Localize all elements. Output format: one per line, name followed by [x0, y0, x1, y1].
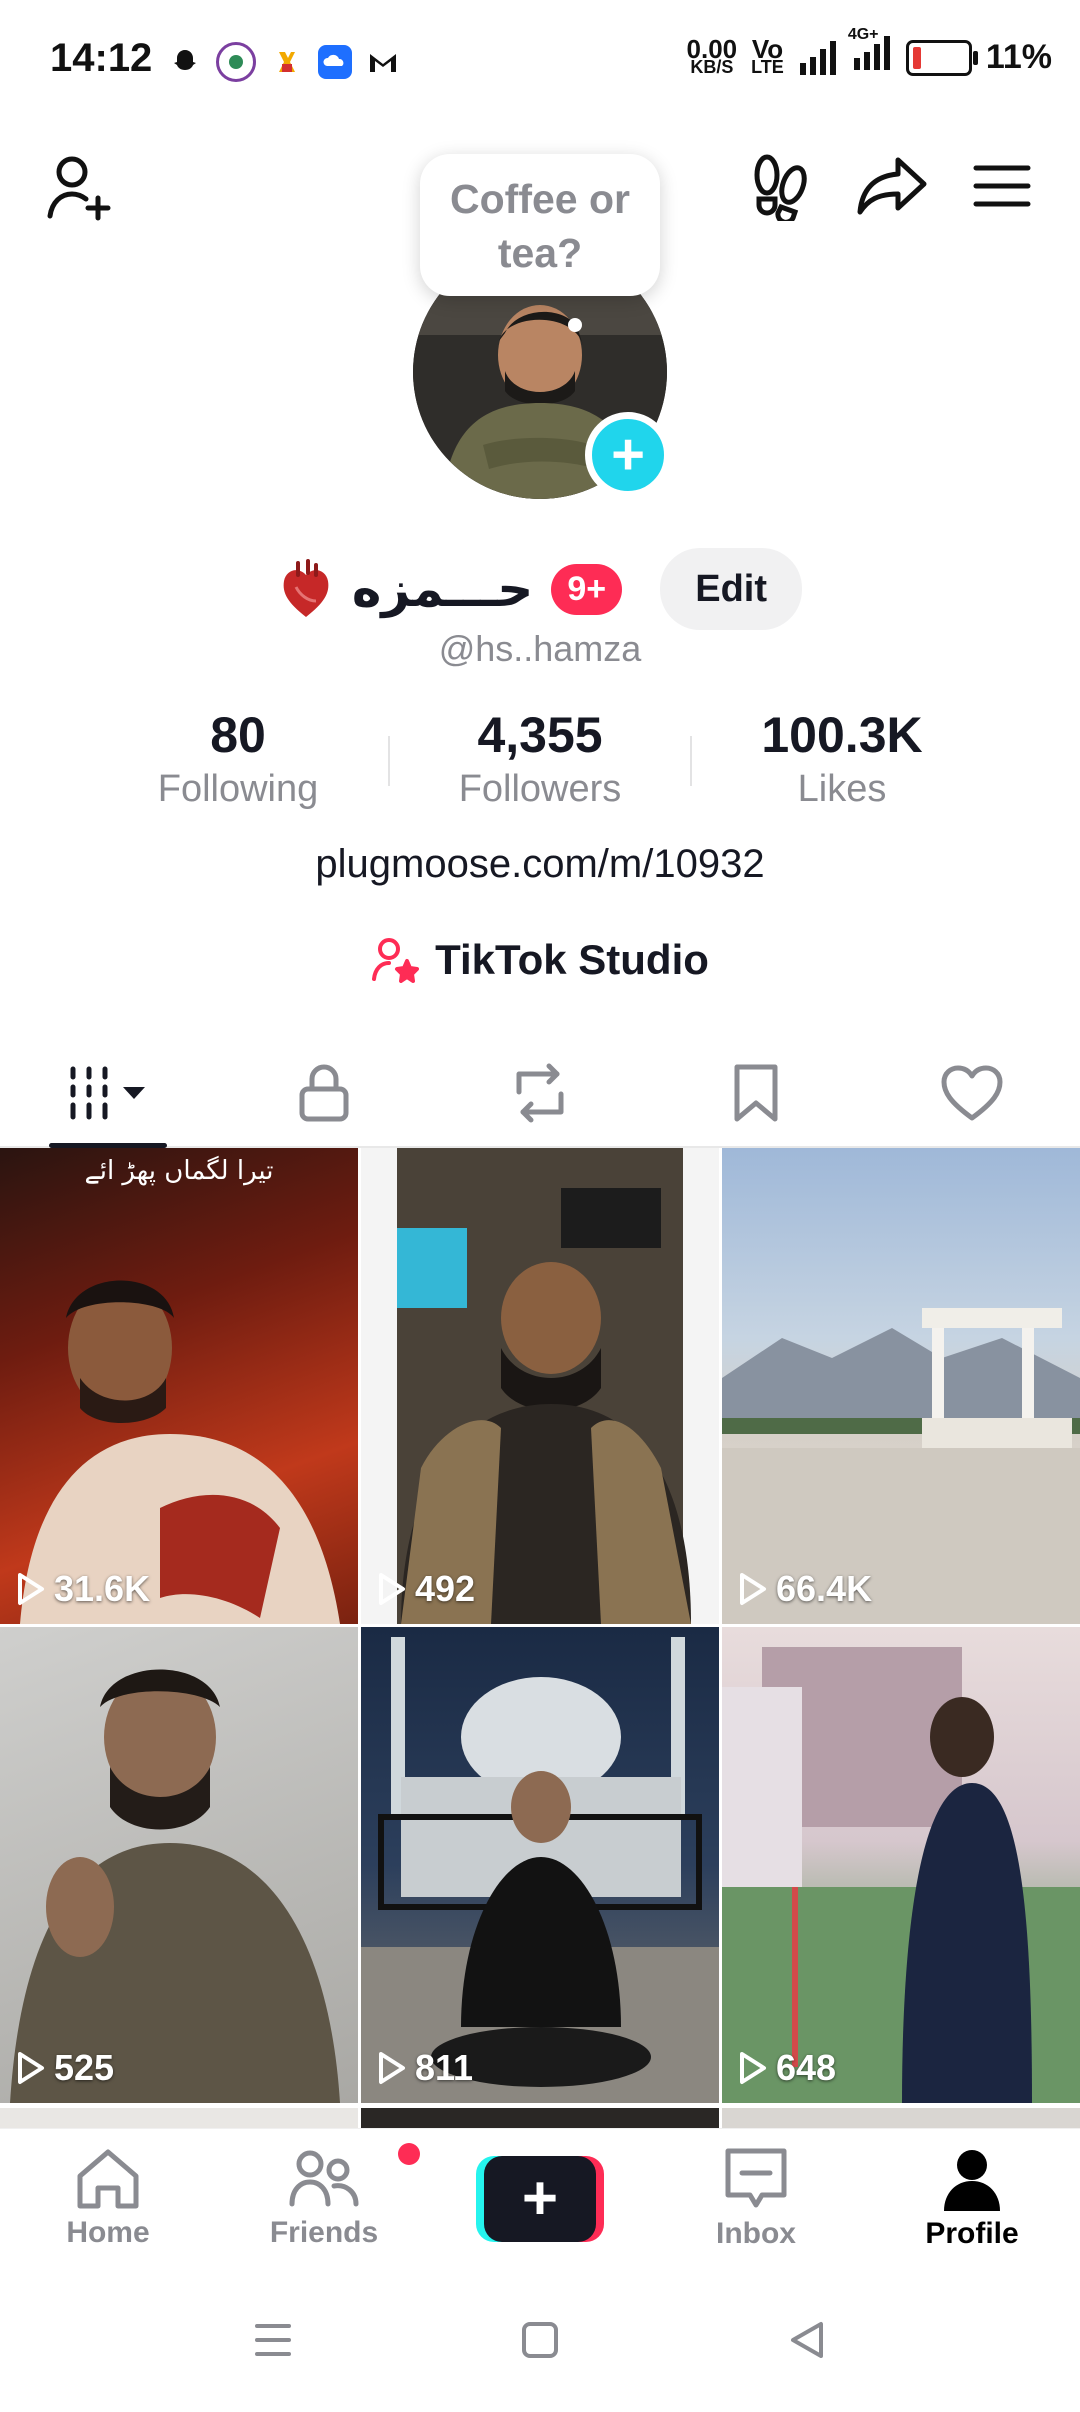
- display-name: حـــمزه: [351, 560, 534, 618]
- tab-favorites[interactable]: [648, 1040, 864, 1146]
- stat-following-label: Following: [157, 768, 319, 810]
- play-icon: [379, 2052, 405, 2084]
- note-bubble[interactable]: Coffee or tea?: [420, 154, 660, 296]
- recent-apps-icon[interactable]: [253, 2322, 293, 2358]
- profile-name-row: حـــمزه 9+ Edit: [0, 548, 1080, 630]
- create-button: +: [476, 2156, 604, 2242]
- nav-profile[interactable]: Profile: [864, 2129, 1080, 2269]
- tab-reposts[interactable]: [432, 1040, 648, 1146]
- signal-4g-icon: 4G+: [848, 26, 892, 79]
- video-thumbnail[interactable]: 66.4K: [722, 1148, 1080, 1624]
- volte-indicator: Vo LTE: [751, 33, 784, 77]
- video-views: 66.4K: [738, 1568, 872, 1610]
- net-speed: 0.00 KB/S: [686, 33, 738, 77]
- friends-icon: [289, 2150, 359, 2207]
- profile-stats: 80 Following 4,355 Followers 100.3K Like…: [0, 706, 1080, 811]
- play-icon: [18, 2052, 44, 2084]
- stat-likes-label: Likes: [797, 768, 887, 810]
- share-profile-button[interactable]: [852, 146, 932, 226]
- play-icon: [18, 1573, 44, 1605]
- lock-icon: [299, 1064, 349, 1122]
- signal-icon: [799, 40, 836, 75]
- stat-following-value: 80: [210, 707, 266, 763]
- video-thumbnail[interactable]: 492: [361, 1148, 719, 1624]
- hamburger-menu-icon: [973, 165, 1031, 207]
- video-thumbnail[interactable]: تیرا لگماں پھڑ ائے 31.6K: [0, 1148, 358, 1624]
- tiktok-studio-label: TikTok Studio: [435, 936, 709, 983]
- stat-followers[interactable]: 4,355 Followers: [390, 706, 690, 811]
- note-bubble-tail: [568, 318, 582, 332]
- footprints-button[interactable]: [740, 146, 820, 226]
- nav-inbox[interactable]: Inbox: [648, 2129, 864, 2269]
- profile-tabs: [0, 1040, 1080, 1148]
- system-navigation-bar: [0, 2268, 1080, 2412]
- play-icon: [379, 1573, 405, 1605]
- tab-private[interactable]: [216, 1040, 432, 1146]
- video-views: 525: [16, 2047, 114, 2089]
- status-right-icons: 0.00 KB/S Vo LTE 4G+ 11%: [686, 26, 1052, 79]
- gmail-icon: [366, 45, 400, 79]
- back-icon[interactable]: [787, 2320, 827, 2360]
- repost-icon: [516, 1063, 564, 1123]
- notification-badge[interactable]: 9+: [551, 563, 623, 615]
- add-story-button[interactable]: +: [585, 412, 671, 498]
- anatomical-heart-icon: [283, 559, 329, 617]
- battery-icon: [905, 39, 978, 76]
- home-icon: [77, 2149, 139, 2209]
- video-thumbnail[interactable]: 525: [0, 1627, 358, 2103]
- add-friend-button[interactable]: [40, 148, 120, 228]
- cloud-app-icon: [318, 45, 352, 79]
- video-grid-next-row: [0, 2108, 1080, 2128]
- stat-following[interactable]: 80 Following: [88, 706, 388, 811]
- bookmark-icon: [734, 1064, 778, 1122]
- nav-home[interactable]: Home: [0, 2129, 216, 2269]
- home-system-icon[interactable]: [520, 2320, 560, 2360]
- menu-button[interactable]: [962, 146, 1042, 226]
- profile-icon: [944, 2150, 1000, 2211]
- app-badge-icon: [216, 42, 256, 82]
- video-views: 492: [377, 1568, 475, 1610]
- flag-app-icon: [270, 45, 304, 79]
- video-grid: تیرا لگماں پھڑ ائے 31.6K 492 66.4K 525 8…: [0, 1148, 1080, 2103]
- bottom-navigation: Home Friends + Inbox Profile: [0, 2128, 1080, 2269]
- bio-link[interactable]: plugmoose.com/m/10932: [0, 842, 1080, 887]
- status-bar: 14:12 0.00 KB/S Vo LTE 4G+ 11%: [0, 0, 1080, 120]
- video-views: 811: [377, 2047, 473, 2089]
- plus-icon: +: [611, 422, 645, 487]
- video-views: 648: [738, 2047, 836, 2089]
- tiktok-studio-button[interactable]: TikTok Studio: [0, 936, 1080, 984]
- create-plus-icon: +: [484, 2156, 596, 2242]
- stat-likes[interactable]: 100.3K Likes: [692, 706, 992, 811]
- share-icon: [857, 157, 927, 215]
- tab-liked[interactable]: [864, 1040, 1080, 1146]
- inbox-icon: [725, 2148, 787, 2208]
- heart-icon: [941, 1065, 1003, 1121]
- grid-videos-icon: [70, 1066, 145, 1120]
- video-views: 31.6K: [16, 1568, 150, 1610]
- status-notification-icons: [168, 42, 400, 82]
- stat-followers-value: 4,355: [477, 707, 603, 763]
- nav-create[interactable]: +: [432, 2129, 648, 2269]
- video-thumbnail[interactable]: 811: [361, 1627, 719, 2103]
- profile-handle: @hs..hamza: [438, 628, 642, 669]
- play-icon: [740, 2052, 766, 2084]
- add-user-icon: [47, 156, 111, 221]
- stat-likes-value: 100.3K: [761, 707, 923, 763]
- nav-friends[interactable]: Friends: [216, 2129, 432, 2269]
- play-icon: [740, 1573, 766, 1605]
- status-time: 14:12: [50, 36, 153, 80]
- tab-videos[interactable]: [0, 1040, 216, 1146]
- friends-notification-dot: [398, 2143, 420, 2165]
- edit-profile-button[interactable]: Edit: [660, 548, 803, 630]
- video-thumbnail[interactable]: 648: [722, 1627, 1080, 2103]
- stat-followers-label: Followers: [458, 768, 622, 810]
- battery-percent: 11%: [985, 38, 1052, 76]
- snapchat-icon: [168, 45, 202, 79]
- creator-star-icon: [372, 938, 420, 983]
- footprints-icon: [754, 154, 807, 221]
